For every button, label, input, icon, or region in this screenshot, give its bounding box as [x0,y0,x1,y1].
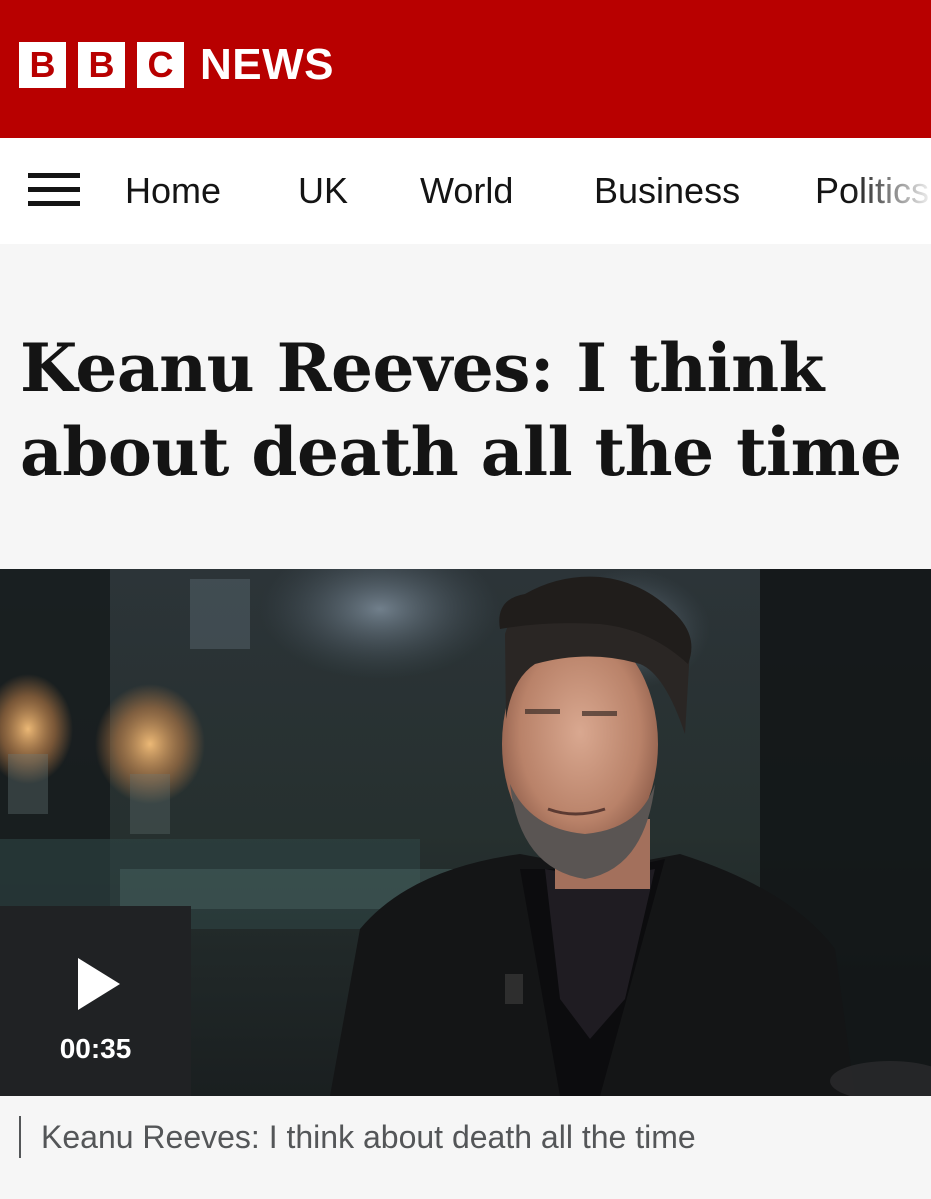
headline-section: Keanu Reeves: I think about death all th… [0,244,931,569]
nav-item-world[interactable]: World [420,168,513,214]
nav-item-politics[interactable]: Politics [815,168,929,214]
nav-item-uk[interactable]: UK [298,168,348,214]
play-icon [78,958,120,1010]
video-caption-section: Keanu Reeves: I think about death all th… [0,1096,931,1199]
logo-news-text: NEWS [200,40,334,89]
video-player[interactable]: 00:35 [0,569,931,1096]
hamburger-menu-icon[interactable] [28,172,80,210]
main-navigation: Home UK World Business Politics [0,138,931,244]
logo-letter-c: C [137,42,184,88]
logo-letter-b2: B [78,42,125,88]
caption-rule [19,1116,21,1158]
logo-letter-b1: B [19,42,66,88]
nav-item-home[interactable]: Home [125,168,221,214]
article-headline: Keanu Reeves: I think about death all th… [20,329,902,491]
video-caption: Keanu Reeves: I think about death all th… [41,1119,696,1155]
video-duration: 00:35 [59,1033,132,1064]
bbc-news-logo[interactable]: B B C NEWS [19,42,334,88]
masthead: B B C NEWS [0,0,931,138]
play-button[interactable]: 00:35 [0,906,191,1096]
nav-item-business[interactable]: Business [594,168,740,214]
